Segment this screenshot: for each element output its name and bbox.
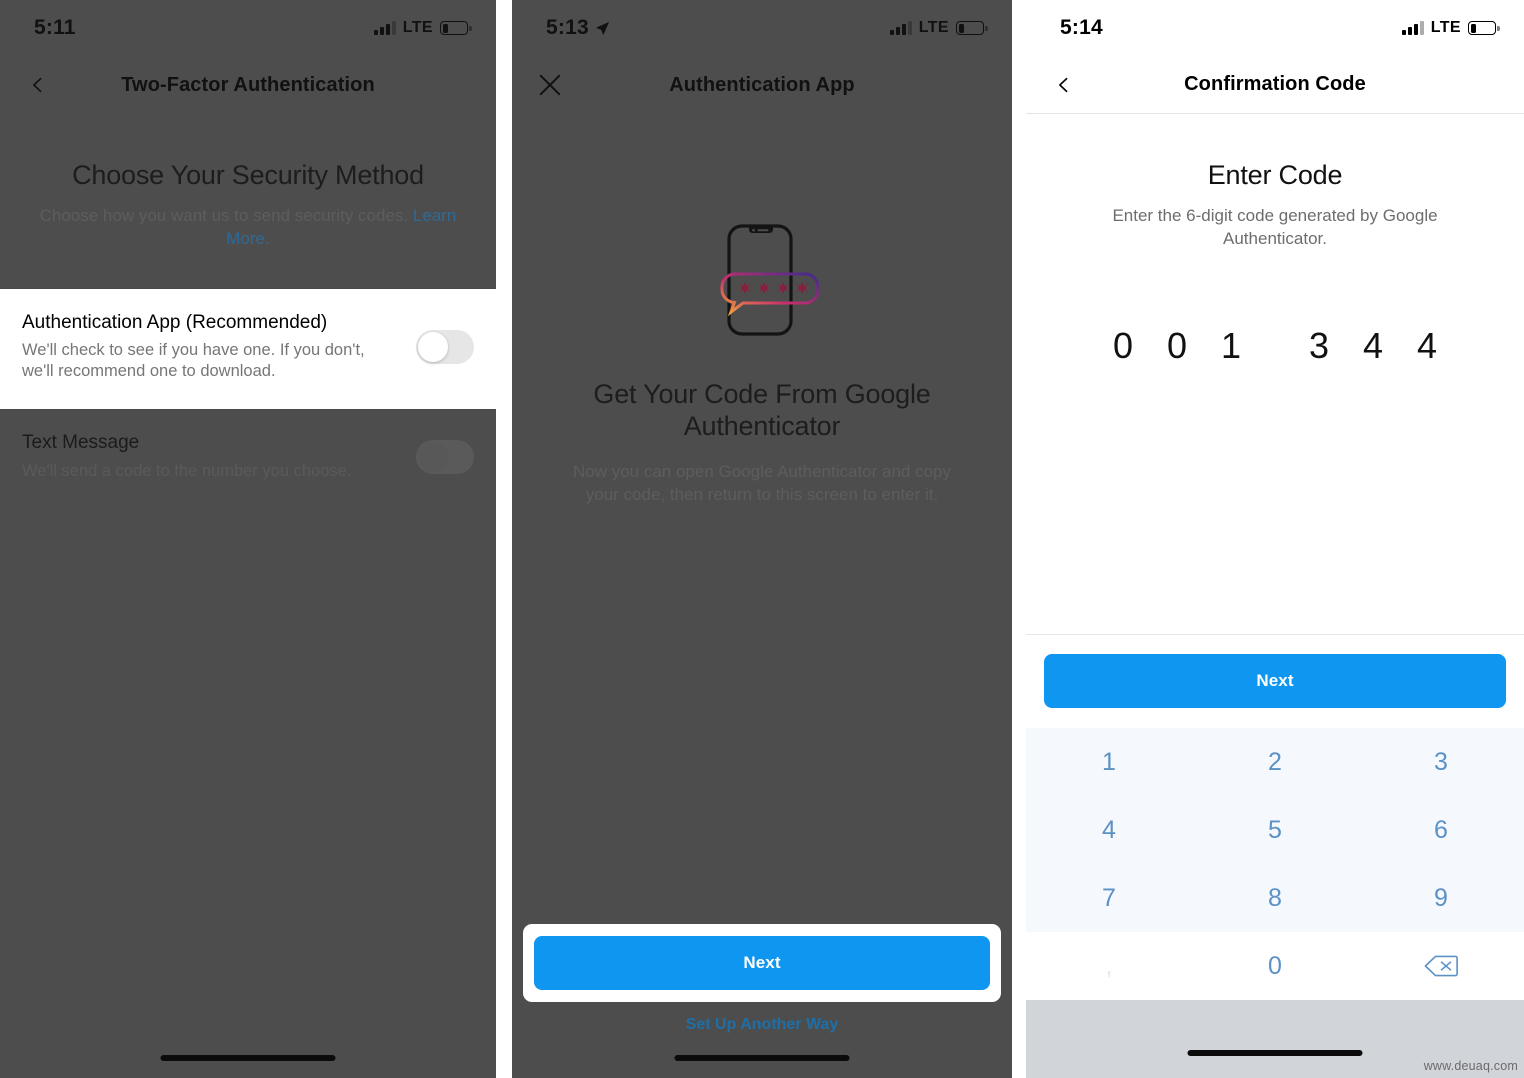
home-indicator (1187, 1050, 1363, 1056)
chevron-left-icon (33, 77, 42, 93)
body-text: Now you can open Google Authenticator an… (572, 462, 952, 505)
illustration-container (512, 214, 1012, 339)
keypad-key-3[interactable]: 3 (1358, 728, 1524, 796)
option-subtitle: We'll check to see if you have one. If y… (22, 341, 365, 381)
page-title: Confirmation Code (1184, 73, 1366, 95)
option-authentication-app[interactable]: Authentication App (Recommended) We'll c… (0, 288, 496, 409)
keypad-key-7[interactable]: 7 (1026, 864, 1192, 932)
back-button[interactable] (16, 63, 60, 107)
carrier-label: LTE (402, 19, 433, 36)
cta-area: Next Set Up Another Way (512, 924, 1012, 1034)
carrier-label: LTE (1430, 19, 1461, 36)
toggle-authentication-app[interactable] (416, 329, 474, 364)
home-indicator (160, 1055, 336, 1061)
status-clock: 5:14 (1060, 16, 1103, 40)
status-indicators: LTE (889, 19, 988, 37)
page-title: Authentication App (669, 73, 855, 96)
body-heading: Get Your Code From Google Authenticator (593, 379, 931, 441)
option-title: Text Message (22, 432, 140, 454)
keypad-key-4[interactable]: 4 (1026, 796, 1192, 864)
keypad-key-8[interactable]: 8 (1192, 864, 1358, 932)
keypad-key-6[interactable]: 6 (1358, 796, 1524, 864)
toggle-text-message[interactable] (416, 439, 474, 474)
status-bar: 5:13 LTE (512, 0, 1012, 56)
hero-body: Enter the 6-digit code generated by Goog… (1112, 206, 1438, 248)
next-button[interactable]: Next (1044, 654, 1506, 708)
code-digit: 4 (1416, 324, 1438, 366)
toggle-knob (418, 331, 448, 362)
code-digit: 0 (1112, 324, 1134, 366)
keypad-key-5[interactable]: 5 (1192, 796, 1358, 864)
set-up-another-way-link[interactable]: Set Up Another Way (512, 1016, 1012, 1034)
keypad-row: , 0 (1026, 932, 1524, 1000)
hero-body-text: Choose how you want us to send security … (39, 206, 409, 225)
nav-bar: Confirmation Code (1026, 56, 1524, 114)
hero-section: Choose Your Security Method Choose how y… (0, 114, 496, 251)
nav-bar: Two-Factor Authentication (0, 56, 496, 114)
status-clock: 5:13 (546, 16, 610, 40)
option-text-message[interactable]: Text Message We'll send a code to the nu… (0, 409, 496, 509)
security-method-list: Authentication App (Recommended) We'll c… (0, 288, 496, 509)
battery-icon (956, 21, 988, 35)
code-digit: 4 (1362, 324, 1384, 366)
status-time: 5:14 (1060, 16, 1103, 39)
keypad-row: 7 8 9 (1026, 864, 1524, 932)
toggle-knob (418, 441, 448, 472)
hero-section: Enter Code Enter the 6-digit code genera… (1026, 114, 1524, 251)
status-time: 5:13 (546, 16, 589, 39)
battery-icon (440, 21, 472, 35)
status-bar: 5:11 LTE (0, 0, 496, 56)
phone-with-passcode-bubble-illustration (720, 224, 820, 336)
keypad-key-2[interactable]: 2 (1192, 728, 1358, 796)
keypad-key-1[interactable]: 1 (1026, 728, 1192, 796)
signal-bars-icon (889, 21, 912, 35)
nav-bar: Authentication App (512, 56, 1012, 114)
next-button[interactable]: Next (534, 936, 990, 990)
keypad-row: 4 5 6 (1026, 796, 1524, 864)
option-text: Authentication App (Recommended) We'll c… (22, 311, 416, 383)
status-indicators: LTE (373, 19, 472, 37)
code-digit: 3 (1308, 324, 1330, 366)
home-indicator (674, 1055, 850, 1061)
option-title: Authentication App (Recommended) (22, 311, 328, 333)
keypad-key-comma[interactable]: , (1026, 932, 1192, 1000)
body-section: Get Your Code From Google Authenticator … (512, 379, 1012, 506)
code-digit: 1 (1220, 324, 1242, 366)
location-arrow-icon (595, 21, 609, 35)
keypad-key-9[interactable]: 9 (1358, 864, 1524, 932)
option-text: Text Message We'll send a code to the nu… (22, 431, 416, 482)
numeric-keypad: 1 2 3 4 5 6 7 8 9 , 0 (1026, 728, 1524, 1000)
status-time: 5:11 (34, 16, 76, 39)
panel-authentication-app: 5:13 LTE Authentication App Get Your Cod… (512, 0, 1012, 1078)
watermark: www.deuaq.com (1423, 1059, 1518, 1073)
option-subtitle: We'll send a code to the number you choo… (22, 461, 352, 480)
close-button[interactable] (528, 63, 572, 107)
panel-choose-security-method: 5:11 LTE Two-Factor Authentication Choos… (0, 0, 496, 1078)
code-digit: 0 (1166, 324, 1188, 366)
battery-icon (1468, 21, 1500, 35)
hero-heading: Choose Your Security Method (72, 160, 424, 190)
next-button-highlight: Next (523, 924, 1001, 1002)
keypad-row: 1 2 3 (1026, 728, 1524, 796)
status-clock: 5:11 (34, 16, 76, 40)
keyboard-area: Next 1 2 3 4 5 6 7 8 9 , 0 (1026, 634, 1524, 1078)
keypad-key-0[interactable]: 0 (1192, 932, 1358, 1000)
backspace-icon (1424, 955, 1458, 977)
signal-bars-icon (1401, 21, 1424, 35)
hero-heading: Enter Code (1207, 160, 1343, 190)
status-bar: 5:14 LTE (1026, 0, 1524, 56)
next-button-zone: Next (1026, 634, 1524, 728)
keypad-key-backspace[interactable] (1358, 932, 1524, 1000)
carrier-label: LTE (918, 19, 949, 36)
screenshot-board: 5:11 LTE Two-Factor Authentication Choos… (0, 0, 1524, 1078)
page-title: Two-Factor Authentication (121, 73, 375, 96)
hero-body: Choose how you want us to send security … (34, 205, 462, 251)
signal-bars-icon (373, 21, 396, 35)
status-indicators: LTE (1401, 19, 1500, 37)
code-input-display[interactable]: 0 0 1 3 4 4 (1026, 325, 1524, 367)
back-button[interactable] (1042, 63, 1086, 107)
chevron-left-icon (1059, 77, 1068, 92)
panel-confirmation-code: 5:14 LTE Confirmation Code Enter Code En… (1026, 0, 1524, 1078)
close-x-icon (539, 74, 561, 96)
